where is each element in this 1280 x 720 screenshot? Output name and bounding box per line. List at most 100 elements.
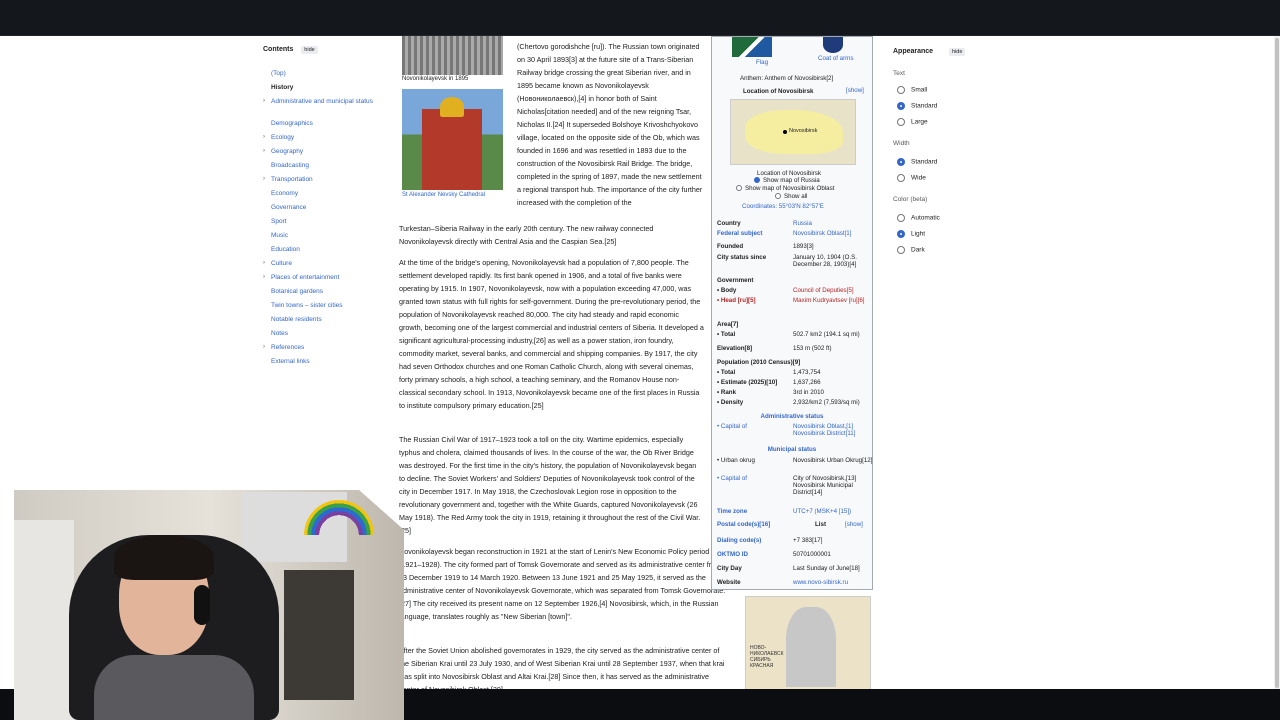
chevron-right-icon[interactable]: › <box>263 98 265 104</box>
dialing-code-value: +7 383[17] <box>793 537 823 544</box>
toc-item-governance[interactable]: Governance <box>271 204 381 212</box>
postal-code-label[interactable]: Postal code(s)[16] <box>717 521 770 528</box>
body-value[interactable]: Council of Deputies[5] <box>793 287 873 294</box>
text-size-standard[interactable]: Standard <box>897 102 937 110</box>
time-zone-value[interactable]: UTC+7 (MSK+4 [15]) <box>793 508 873 515</box>
headset-icon <box>194 585 210 625</box>
chevron-right-icon[interactable]: › <box>263 274 265 280</box>
color-dark[interactable]: Dark <box>897 246 925 254</box>
webcam-overlay <box>14 490 404 720</box>
toc-item-ecology[interactable]: Ecology <box>271 134 381 142</box>
toc-item-music[interactable]: Music <box>271 232 381 240</box>
toc-item-references[interactable]: References <box>271 344 381 352</box>
municipal-status-header[interactable]: Municipal status <box>712 446 872 453</box>
city-marker-icon <box>783 130 787 134</box>
dialing-code-label[interactable]: Dialing code(s) <box>717 537 761 544</box>
paragraph: After the Soviet Union abolished governo… <box>399 646 725 689</box>
rank-label: • Rank <box>717 389 737 396</box>
toc-item-notable[interactable]: Notable residents <box>271 316 381 324</box>
postal-show-link[interactable]: [show] <box>845 521 863 528</box>
cathedral-building <box>422 97 482 190</box>
area-label: Area[7] <box>717 321 739 328</box>
map-option-russia[interactable]: Show map of Russia <box>754 177 820 184</box>
toc-item-demographics[interactable]: Demographics <box>271 120 381 128</box>
country-value[interactable]: Russia <box>793 220 873 227</box>
founded-label: Founded <box>717 243 744 250</box>
flag-image[interactable] <box>732 37 772 57</box>
map-option-all[interactable]: Show all <box>775 193 807 200</box>
toc-item-sport[interactable]: Sport <box>271 218 381 226</box>
novonikolayevsk-1895-photo[interactable] <box>402 36 503 75</box>
infobox: Flag Coat of arms Anthem: Anthem of Novo… <box>711 36 873 590</box>
head-value[interactable]: Maxim Kudryavtsev [ru][6] <box>793 297 873 304</box>
head-label[interactable]: • Head [ru][5] <box>717 297 756 304</box>
oktmo-label[interactable]: OKTMO ID <box>717 551 748 558</box>
historic-poster-image[interactable]: НОВО-НИКОЛАЕВСК СИБИРЬ КРАСНАЯ <box>745 596 871 689</box>
city-status-value: January 10, 1904 (O.S. December 28, 1903… <box>793 254 857 268</box>
chevron-right-icon[interactable]: › <box>263 148 265 154</box>
map-option-oblast[interactable]: Show map of Novosibirsk Oblast <box>736 185 834 192</box>
time-zone-label[interactable]: Time zone <box>717 508 747 515</box>
muni-capital-value: City of Novosibirsk,[13] Novosibirsk Mun… <box>793 475 857 496</box>
location-show-link[interactable]: [show] <box>846 87 864 94</box>
founded-value: 1893[3] <box>793 243 814 250</box>
website-link[interactable]: www.novo-sibirsk.ru <box>793 579 873 586</box>
toc-item-transportation[interactable]: Transportation <box>271 176 381 184</box>
toc-item-external-links[interactable]: External links <box>271 358 381 366</box>
coordinates-link[interactable]: Coordinates: 55°03′N 82°57′E <box>742 203 824 210</box>
toc-item-notes[interactable]: Notes <box>271 330 381 338</box>
poster-text: НОВО-НИКОЛАЕВСК СИБИРЬ КРАСНАЯ <box>750 645 784 669</box>
chevron-right-icon[interactable]: › <box>263 176 265 182</box>
toc-hide-button[interactable]: hide <box>301 46 318 54</box>
toc-item-culture[interactable]: Culture <box>271 260 381 268</box>
toc-item-history[interactable]: History <box>271 84 381 92</box>
toc-item-twin-towns[interactable]: Twin towns – sister cities <box>271 302 381 310</box>
toc-item-places[interactable]: Places of entertainment <box>271 274 381 282</box>
width-standard[interactable]: Standard <box>897 158 937 166</box>
federal-subject-value[interactable]: Novosibirsk Oblast[1] <box>793 230 873 237</box>
color-label: Color (beta) <box>893 196 928 203</box>
streamer-hair <box>114 535 214 580</box>
text-size-small[interactable]: Small <box>897 86 927 94</box>
photo-caption-link[interactable]: St Alexander Nevsky Cathedral <box>402 192 485 198</box>
color-light[interactable]: Light <box>897 230 925 238</box>
location-header: Location of Novosibirsk <box>743 88 814 95</box>
width-wide[interactable]: Wide <box>897 174 926 182</box>
city-status-label: City status since <box>717 254 767 261</box>
muni-capital-label[interactable]: • Capital of <box>717 475 747 482</box>
cathedral-photo[interactable] <box>402 89 503 190</box>
poster-figure <box>786 607 836 687</box>
color-automatic[interactable]: Automatic <box>897 214 940 222</box>
browser-top-bar <box>0 0 1280 36</box>
city-day-label: City Day <box>717 565 742 572</box>
toc-item-education[interactable]: Education <box>271 246 381 254</box>
toc-item-admin-status[interactable]: Administrative and municipal status <box>271 98 381 106</box>
coat-of-arms-link[interactable]: Coat of arms <box>818 55 853 62</box>
coat-of-arms-image[interactable] <box>823 37 843 53</box>
population-label: Population (2010 Census)[9] <box>717 359 801 366</box>
toc-item-top[interactable]: (Top) <box>271 70 381 78</box>
toc-item-geography[interactable]: Geography <box>271 148 381 156</box>
rank-value: 3rd in 2010 <box>793 389 824 396</box>
chevron-right-icon[interactable]: › <box>263 344 265 350</box>
appearance-hide-button[interactable]: hide <box>949 48 966 56</box>
country-label: Country <box>717 220 741 227</box>
body-label: • Body <box>717 287 737 294</box>
flag-link[interactable]: Flag <box>756 59 768 66</box>
toc-item-botanical[interactable]: Botanical gardens <box>271 288 381 296</box>
toc-item-broadcasting[interactable]: Broadcasting <box>271 162 381 170</box>
text-size-large[interactable]: Large <box>897 118 928 126</box>
admin-capital-label[interactable]: • Capital of <box>717 423 747 430</box>
chevron-right-icon[interactable]: › <box>263 260 265 266</box>
federal-subject-label[interactable]: Federal subject <box>717 230 762 237</box>
toc-item-economy[interactable]: Economy <box>271 190 381 198</box>
paragraph: Novonikolayevsk began reconstruction in … <box>399 547 726 621</box>
scrollbar-thumb[interactable] <box>1275 38 1279 688</box>
chevron-right-icon[interactable]: › <box>263 134 265 140</box>
webcam-shelf <box>14 520 74 720</box>
location-map[interactable]: Novosibirsk <box>730 99 856 165</box>
admin-capital-value[interactable]: Novosibirsk Oblast,[1] Novosibirsk Distr… <box>793 423 873 437</box>
admin-status-header[interactable]: Administrative status <box>712 413 872 420</box>
paragraph: The Russian Civil War of 1917–1923 took … <box>399 435 701 535</box>
paragraph: Turkestan–Siberia Railway in the early 2… <box>399 224 654 246</box>
